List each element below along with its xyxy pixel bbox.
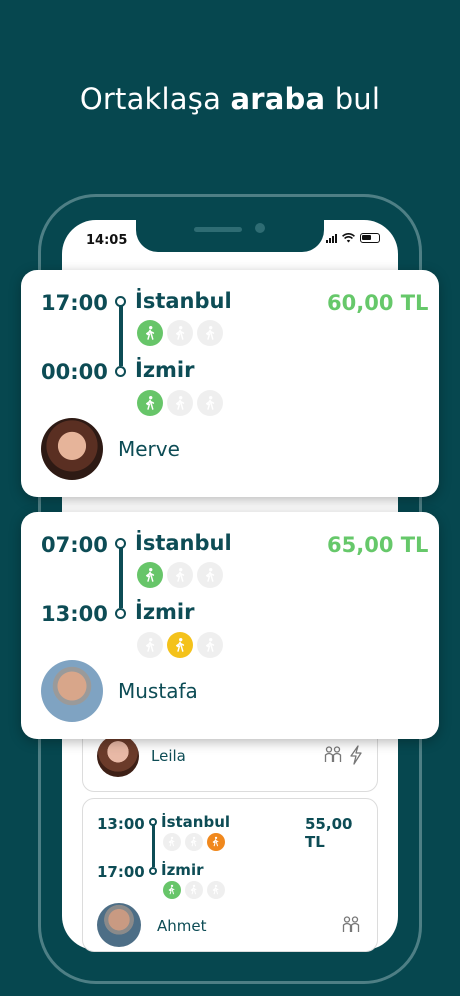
list-item[interactable]: 13:00 İstanbul 55,00 TL 17:00 İzmir Ahme… — [82, 798, 378, 952]
seat-icon — [167, 562, 193, 588]
seat-row — [137, 390, 223, 416]
seat-icon — [197, 390, 223, 416]
battery-icon — [360, 233, 380, 243]
two-people-icon — [324, 746, 342, 762]
feature-icons — [323, 745, 363, 765]
two-people-icon — [342, 916, 360, 932]
driver-name: Mustafa — [118, 679, 198, 703]
seat-icon — [163, 881, 181, 899]
route-line — [118, 306, 123, 366]
arrival-time: 13:00 — [41, 602, 108, 626]
seat-icon — [167, 390, 193, 416]
route-end-dot — [149, 867, 157, 875]
seat-row — [163, 881, 225, 899]
seat-row — [163, 833, 225, 851]
price: 60,00 TL — [327, 291, 429, 315]
headline-regular: Ortaklaşa — [79, 82, 222, 116]
seat-icon — [137, 390, 163, 416]
speaker-icon — [194, 227, 242, 232]
seat-icon — [137, 320, 163, 346]
departure-time: 07:00 — [41, 533, 108, 557]
avatar — [97, 735, 139, 777]
seat-icon — [197, 320, 223, 346]
price: 65,00 TL — [327, 533, 429, 557]
departure-time: 13:00 — [97, 815, 145, 833]
status-icons — [326, 233, 380, 243]
headline-suffix: bul — [334, 82, 381, 116]
departure-city: İstanbul — [135, 531, 232, 555]
avatar — [97, 903, 141, 947]
wifi-icon — [342, 233, 355, 243]
seat-icon — [185, 833, 203, 851]
status-time: 14:05 — [86, 233, 128, 248]
departure-city: İstanbul — [161, 813, 231, 831]
seat-row — [137, 632, 223, 658]
price: 55,00 TL — [305, 815, 353, 851]
arrival-city: İzmir — [135, 600, 195, 624]
seat-icon — [207, 833, 225, 851]
route-line — [118, 548, 123, 608]
camera-icon — [255, 223, 265, 233]
route-end-dot — [115, 366, 126, 377]
departure-time: 17:00 — [41, 291, 108, 315]
avatar — [41, 660, 103, 722]
seat-icon — [207, 881, 225, 899]
feature-icons — [341, 915, 361, 935]
arrival-city: İzmir — [135, 358, 195, 382]
ride-card[interactable]: 17:00 İstanbul 60,00 TL 00:00 İzmir Merv… — [21, 270, 439, 497]
seat-row — [137, 320, 223, 346]
seat-icon — [163, 833, 181, 851]
headline-bold: araba — [230, 82, 326, 116]
seat-icon — [167, 632, 193, 658]
arrival-time: 00:00 — [41, 360, 108, 384]
arrival-time: 17:00 — [97, 863, 145, 881]
seat-icon — [137, 562, 163, 588]
seat-icon — [197, 632, 223, 658]
avatar — [41, 418, 103, 480]
phone-notch — [136, 220, 324, 252]
seat-icon — [167, 320, 193, 346]
seat-icon — [185, 881, 203, 899]
route-end-dot — [115, 608, 126, 619]
arrival-city: İzmir — [161, 861, 204, 879]
route-line — [151, 825, 155, 867]
driver-name: Merve — [118, 437, 180, 461]
seat-icon — [197, 562, 223, 588]
driver-name: Leila — [151, 747, 186, 765]
lightning-icon — [350, 745, 362, 765]
signal-icon — [326, 233, 337, 243]
seat-row — [137, 562, 223, 588]
headline: Ortaklaşa araba bul — [0, 82, 460, 116]
ride-card[interactable]: 07:00 İstanbul 65,00 TL 13:00 İzmir Must… — [21, 512, 439, 739]
departure-city: İstanbul — [135, 289, 232, 313]
seat-icon — [137, 632, 163, 658]
driver-name: Ahmet — [157, 917, 207, 935]
